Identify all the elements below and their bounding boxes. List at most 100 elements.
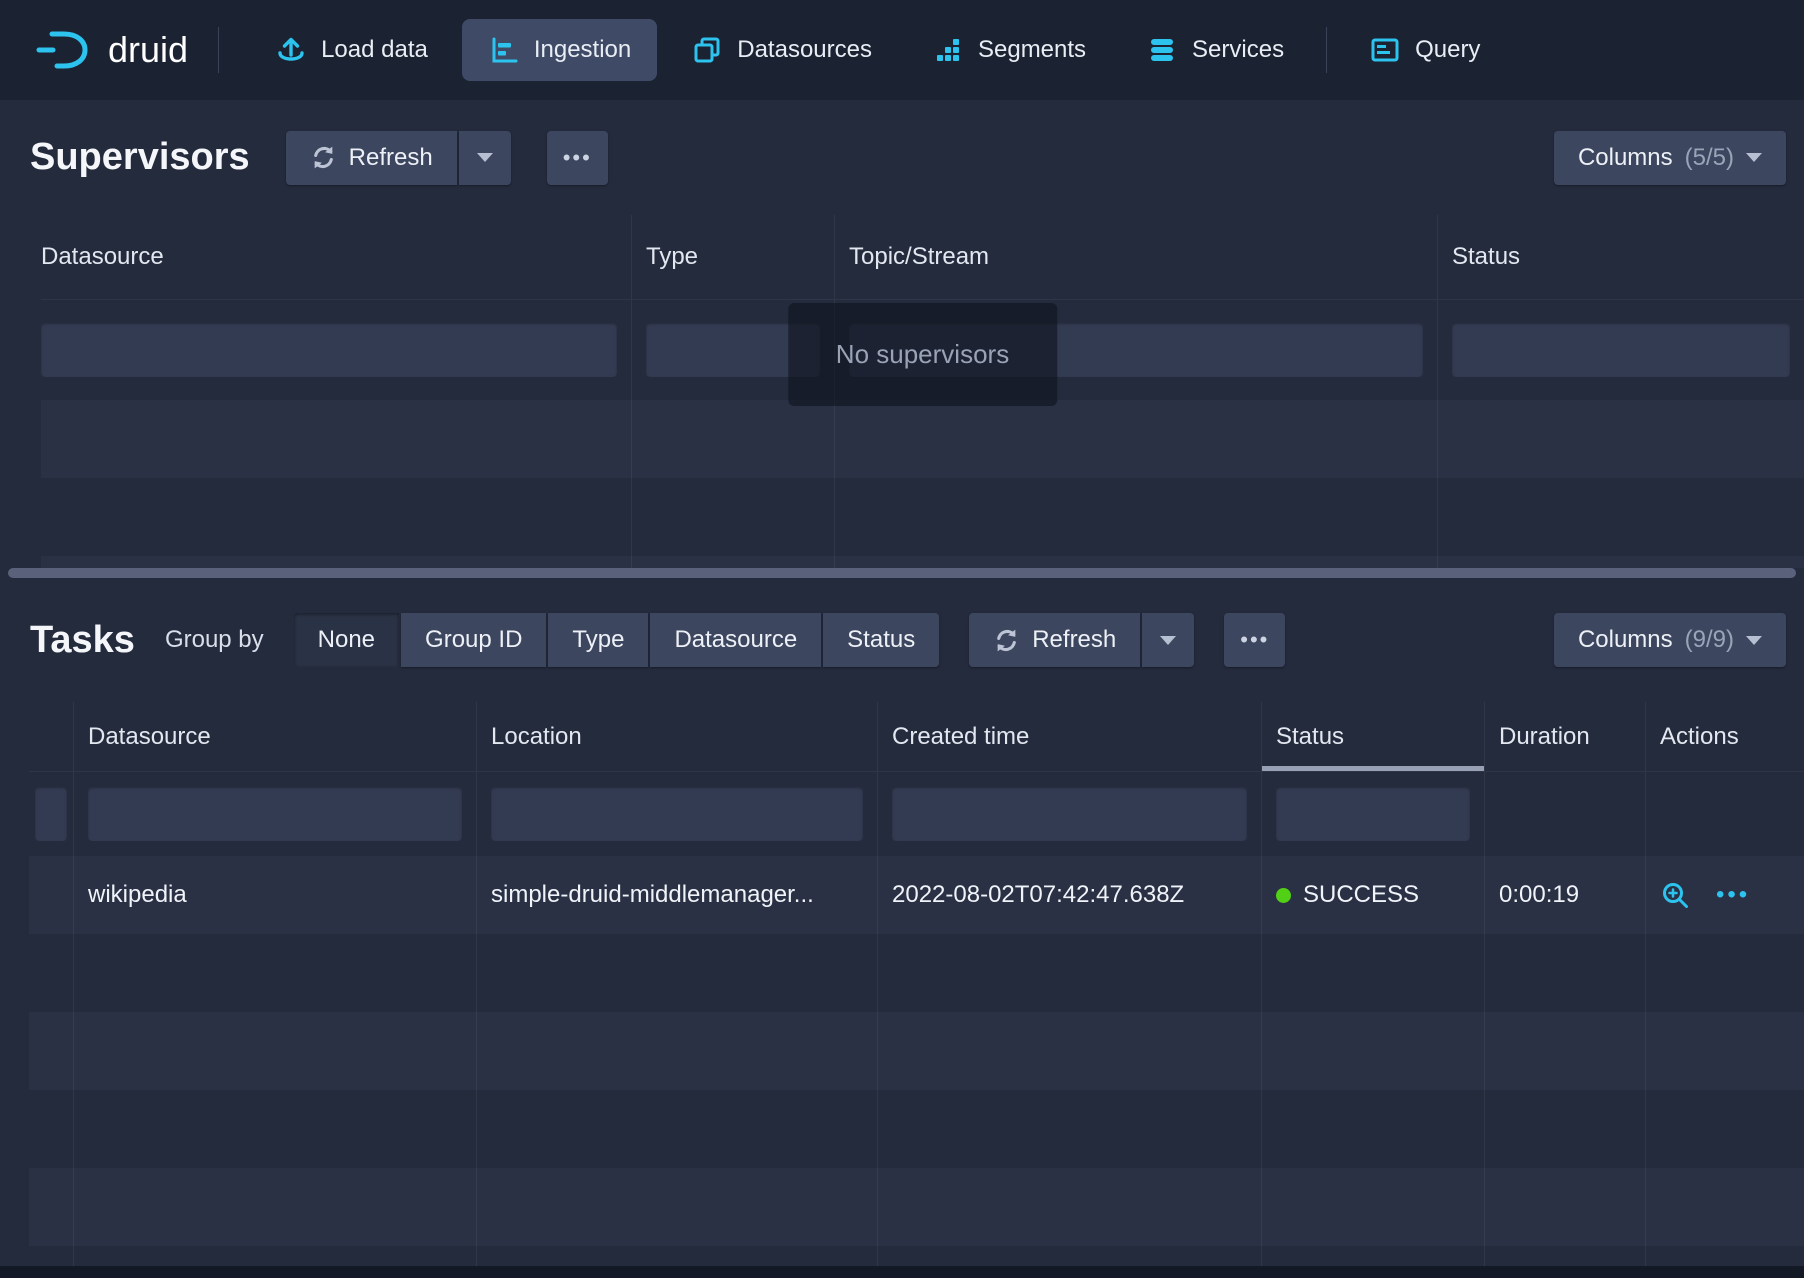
created-time-filter-input[interactable] [892,787,1247,841]
empty-row [41,478,1804,556]
task-actions-more-icon[interactable]: ••• [1716,881,1750,909]
upload-icon [275,34,307,66]
ingestion-icon [488,34,520,66]
filter-cell [1438,300,1804,400]
columns-label: Columns [1578,144,1673,172]
chevron-down-icon [1160,636,1176,645]
group-by-segmented-control: None Group ID Type Datasource Status [294,613,940,667]
supervisors-more-button[interactable]: ••• [547,131,608,185]
nav-items: Load data Ingestion Datasources [249,19,1506,81]
row-number-filter-input[interactable] [35,787,67,841]
nav-item-label: Datasources [737,36,872,64]
status-cell: SUCCESS [1262,856,1485,934]
status-success-dot [1276,888,1291,903]
tasks-header-bar: Tasks Group by None Group ID Type Dataso… [0,578,1804,702]
empty-row [29,1246,1804,1266]
group-by-type-button[interactable]: Type [548,613,648,667]
druid-logo-icon [36,28,92,72]
refresh-icon [993,627,1020,654]
nav-item-label: Load data [321,36,428,64]
tasks-title: Tasks [30,619,135,662]
filter-cell [1646,772,1804,856]
filter-cell [29,772,74,856]
filter-cell [41,300,632,400]
nav-load-data[interactable]: Load data [249,19,454,81]
tasks-filter-row [29,772,1804,856]
supervisors-header-bar: Supervisors Refresh ••• [0,100,1804,215]
chevron-down-icon [1746,636,1762,645]
tasks-more-button[interactable]: ••• [1224,613,1285,667]
nav-item-label: Services [1192,36,1284,64]
column-header-duration[interactable]: Duration [1485,702,1646,771]
column-header-topic-stream[interactable]: Topic/Stream [835,215,1438,299]
datasource-filter-input[interactable] [88,787,462,841]
supervisors-refresh-button[interactable]: Refresh [286,131,457,185]
supervisors-columns-button[interactable]: Columns (5/5) [1554,131,1786,185]
status-filter-input[interactable] [1452,323,1790,377]
refresh-label: Refresh [349,144,433,172]
column-header-created-time[interactable]: Created time [878,702,1262,771]
datasource-cell: wikipedia [74,856,477,934]
column-header-status-sorted[interactable]: Status [1262,702,1485,771]
filter-cell [477,772,878,856]
tasks-columns-button[interactable]: Columns (9/9) [1554,613,1786,667]
nav-datasources[interactable]: Datasources [665,19,898,81]
empty-row [29,1168,1804,1246]
supervisors-table: Datasource Type Topic/Stream Status No s… [41,215,1804,568]
location-filter-input[interactable] [491,787,863,841]
refresh-icon [310,144,337,171]
supervisors-title: Supervisors [30,136,250,179]
tasks-refresh-group: Refresh [969,613,1194,667]
column-header-datasource[interactable]: Datasource [74,702,477,771]
tasks-table: Datasource Location Created time Status … [29,702,1804,1266]
nav-query[interactable]: Query [1343,19,1506,81]
nav-ingestion[interactable]: Ingestion [462,19,657,81]
filter-cell [878,772,1262,856]
column-header-location[interactable]: Location [477,702,878,771]
horizontal-scrollbar[interactable] [0,1266,1804,1278]
columns-count: (5/5) [1685,144,1734,172]
column-header-type[interactable]: Type [632,215,835,299]
brand-label: druid [108,29,188,71]
tasks-refresh-button[interactable]: Refresh [969,613,1140,667]
created-time-cell: 2022-08-02T07:42:47.638Z [878,856,1262,934]
nav-segments[interactable]: Segments [906,19,1112,81]
services-icon [1146,34,1178,66]
task-detail-magnifier-icon[interactable] [1660,880,1690,910]
group-by-status-button[interactable]: Status [823,613,939,667]
status-label: SUCCESS [1303,881,1419,909]
supervisors-table-header: Datasource Type Topic/Stream Status [41,215,1804,300]
column-header-status[interactable]: Status [1438,215,1804,299]
empty-row [29,1012,1804,1090]
section-resize-divider[interactable] [8,568,1796,578]
column-header-blank [29,702,74,771]
group-by-none-button[interactable]: None [294,613,399,667]
group-by-group-id-button[interactable]: Group ID [401,613,546,667]
columns-label: Columns [1578,626,1673,654]
empty-row [29,934,1804,1012]
tasks-refresh-caret-button[interactable] [1142,613,1194,667]
no-supervisors-message: No supervisors [788,303,1057,406]
column-header-actions[interactable]: Actions [1646,702,1804,771]
brand[interactable]: druid [36,28,188,72]
datasources-icon [691,34,723,66]
supervisors-refresh-caret-button[interactable] [459,131,511,185]
nav-item-label: Ingestion [534,36,631,64]
status-filter-input[interactable] [1276,787,1470,841]
query-icon [1369,34,1401,66]
chevron-down-icon [477,153,493,162]
supervisors-section: Supervisors Refresh ••• [0,100,1804,568]
tasks-table-header: Datasource Location Created time Status … [29,702,1804,772]
column-header-datasource[interactable]: Datasource [41,215,632,299]
nav-item-label: Segments [978,36,1086,64]
group-by-datasource-button[interactable]: Datasource [650,613,821,667]
nav-services[interactable]: Services [1120,19,1310,81]
segments-icon [932,34,964,66]
group-by-label: Group by [165,626,264,654]
columns-count: (9/9) [1685,626,1734,654]
location-cell: simple-druid-middlemanager... [477,856,878,934]
empty-row [41,556,1804,568]
empty-row [41,400,1804,478]
datasource-filter-input[interactable] [41,323,617,377]
top-nav: druid Load data Ingestion [0,0,1804,100]
